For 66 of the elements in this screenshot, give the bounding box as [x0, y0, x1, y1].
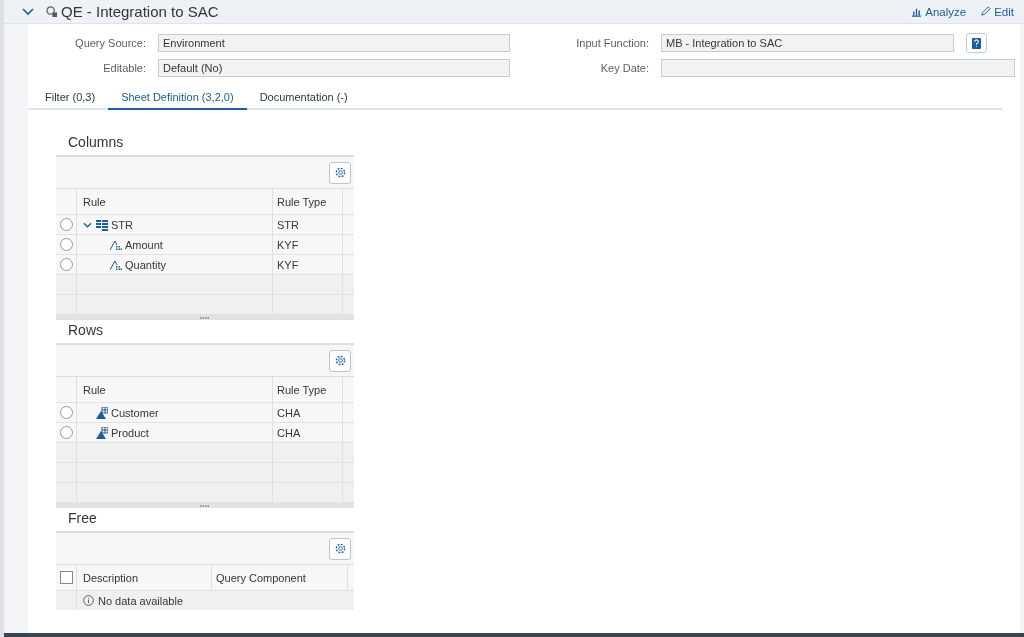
- table-cell: Amount: [125, 238, 163, 251]
- column-header: Rule: [77, 377, 273, 402]
- input-field[interactable]: Environment: [158, 34, 510, 52]
- checkbox[interactable]: [59, 571, 73, 584]
- column-header: Query Component: [212, 565, 348, 590]
- help-icon: [972, 37, 981, 49]
- table-row[interactable]: STR STR: [56, 215, 354, 235]
- settings-button[interactable]: [329, 537, 351, 560]
- column-header: Description: [77, 565, 212, 590]
- radio-button[interactable]: [59, 258, 73, 271]
- pencil-icon: [980, 6, 992, 17]
- characteristic-icon: [96, 406, 108, 419]
- radio-button[interactable]: [59, 426, 73, 439]
- section-title: Rows: [67, 321, 104, 340]
- table-cell: Quantity: [125, 258, 166, 271]
- structure-icon: [96, 218, 108, 231]
- tab[interactable]: Documentation (-): [246, 86, 361, 110]
- field-label: Editable:: [102, 62, 147, 74]
- input-field[interactable]: Default (No): [158, 59, 510, 77]
- table-row[interactable]: Amount KYF: [56, 235, 354, 255]
- input-field[interactable]: MB - Integration to SAC: [661, 34, 954, 52]
- info-icon: [83, 595, 94, 606]
- table-cell: KYF: [273, 235, 343, 254]
- collapse-icon[interactable]: [22, 7, 34, 16]
- toolbar-link[interactable]: Analyze: [911, 5, 967, 18]
- field-label: Key Date:: [599, 62, 650, 74]
- table-row[interactable]: Product CHA: [56, 423, 354, 443]
- section-title: Columns: [67, 133, 125, 152]
- table-cell: STR: [111, 218, 133, 231]
- table-cell: Product: [111, 426, 149, 439]
- settings-button[interactable]: [329, 161, 351, 184]
- table-cell: STR: [273, 215, 343, 234]
- column-header: Rule Type: [273, 377, 343, 402]
- resize-handle-icon[interactable]: [200, 316, 210, 319]
- gear-icon: [334, 355, 346, 366]
- toolbar-link[interactable]: Edit: [980, 5, 1014, 18]
- table-cell: CHA: [273, 403, 343, 422]
- help-button[interactable]: [966, 33, 987, 53]
- resize-handle-icon[interactable]: [200, 504, 210, 507]
- gear-icon: [334, 167, 346, 178]
- key-figure-icon: [110, 258, 122, 271]
- tab[interactable]: Filter (0,3): [32, 86, 109, 110]
- key-figure-icon: [110, 238, 122, 251]
- radio-button[interactable]: [59, 406, 73, 419]
- section-title: Free: [67, 509, 98, 528]
- gear-icon: [334, 543, 346, 554]
- characteristic-icon: [96, 426, 108, 439]
- table-cell: KYF: [273, 255, 343, 274]
- radio-button[interactable]: [59, 218, 73, 231]
- bar-chart-icon: [911, 6, 923, 17]
- column-header: Rule: [77, 189, 273, 214]
- radio-button[interactable]: [59, 238, 73, 251]
- query-icon: [46, 6, 57, 17]
- column-header: Rule Type: [273, 189, 343, 214]
- panel-title: QE - Integration to SAC: [61, 3, 219, 20]
- table-row[interactable]: Customer CHA: [56, 403, 354, 423]
- field-label: Query Source:: [74, 37, 147, 49]
- settings-button[interactable]: [329, 349, 351, 372]
- table-row[interactable]: Quantity KYF: [56, 255, 354, 275]
- field-label: Input Function:: [575, 37, 650, 49]
- table-cell: CHA: [273, 423, 343, 442]
- input-field[interactable]: [661, 59, 1015, 77]
- empty-message: No data available: [77, 591, 183, 610]
- table-cell: Customer: [111, 406, 159, 419]
- tab[interactable]: Sheet Definition (3,2,0): [108, 86, 247, 110]
- collapse-icon[interactable]: [83, 221, 92, 228]
